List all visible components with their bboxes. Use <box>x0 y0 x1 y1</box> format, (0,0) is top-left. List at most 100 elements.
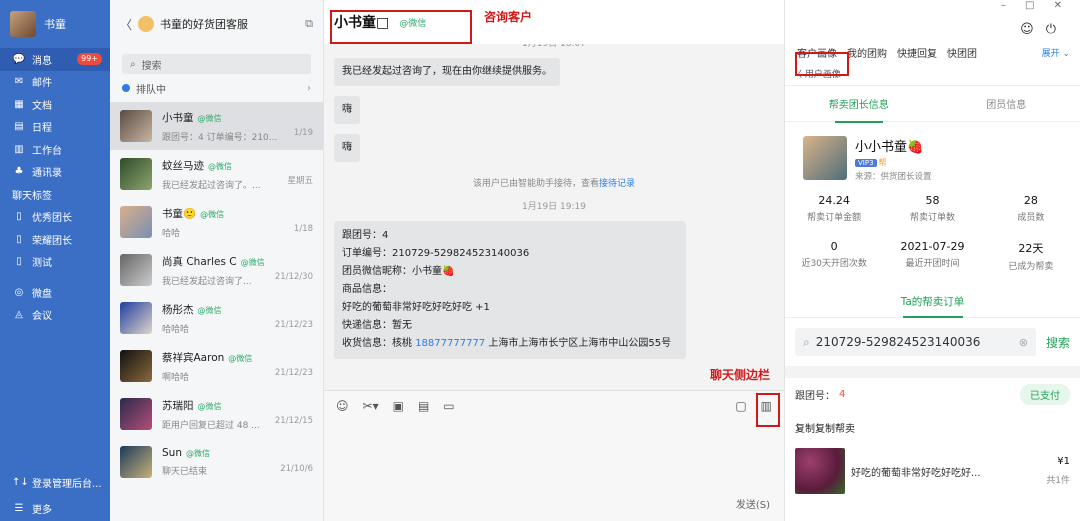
conversation-name: 苏瑞阳 @微信 <box>162 398 313 413</box>
order-search-input[interactable]: ⌕ 210729-529824523140036 ⊗ <box>795 328 1036 356</box>
grape-product-image <box>795 448 845 494</box>
conversation-item[interactable]: 苏瑞阳 @微信 距用户回复已超过 48 ... 21/12/15 <box>110 390 323 438</box>
send-button[interactable]: 发送(S) <box>736 496 770 511</box>
nav-item[interactable]: ▯ 优秀团长 <box>0 206 110 229</box>
nav-item[interactable]: 💬 消息 99+ <box>0 48 110 71</box>
tab-my-group-buy[interactable]: 我的团购 <box>847 45 887 60</box>
avatar <box>120 110 152 142</box>
profile-subtabs: 帮卖团长信息 团员信息 <box>785 86 1080 123</box>
conversation-name-text: 苏瑞阳 <box>162 399 194 412</box>
nav-icon: ✉ <box>14 76 24 88</box>
conversation-preview: 距用户回复已超过 48 ... <box>162 420 260 431</box>
stat-value: 58 <box>925 194 940 207</box>
stat-item: 28 成员数 <box>982 194 1080 240</box>
new-window-icon[interactable]: ⧉ <box>305 17 313 31</box>
nav-label: 荣耀团长 <box>32 235 72 247</box>
search-input[interactable]: ⌕ 搜索 <box>122 54 311 74</box>
tab-quick-reply[interactable]: 快捷回复 <box>897 45 937 60</box>
conversation-item[interactable]: 蔡祥宾Aaron @微信 啊哈哈 21/12/23 <box>110 342 323 390</box>
folder-icon[interactable]: ▭ <box>443 399 454 413</box>
nav-item[interactable]: ▯ 测试 <box>0 251 110 274</box>
annotation-box-sidebar <box>756 393 780 427</box>
expand-button[interactable]: 展开 ⌄ <box>1042 46 1070 59</box>
stat-label: 帮卖订单数 <box>909 213 955 223</box>
message-row: 嗨 <box>324 96 784 124</box>
back-icon[interactable]: 〈 <box>120 16 132 33</box>
tab-seller-info[interactable]: 帮卖团长信息 <box>785 96 933 123</box>
goods-name: 好吃的葡萄非常好吃好吃好... <box>851 467 981 479</box>
seller-badge: 帮 <box>878 158 887 167</box>
current-user[interactable]: 书童 <box>0 0 110 48</box>
avatar[interactable] <box>10 11 36 37</box>
conversation-time: 21/10/6 <box>280 464 313 474</box>
chat-toolbar: ☺ ✂▾ ▣ ▤ ▭ ▢ ▥ <box>324 390 784 420</box>
nav-item[interactable]: ▤ 日程 <box>0 116 110 139</box>
tab-ta-orders[interactable]: Ta的帮卖订单 <box>785 286 1080 318</box>
nav-item[interactable]: ◬ 会议 <box>0 304 110 327</box>
goods-item[interactable]: 好吃的葡萄非常好吃好吃好... ¥1 共1件 <box>785 442 1080 494</box>
clear-icon[interactable]: ⊗ <box>1019 336 1028 349</box>
phone-link[interactable]: 18877777777 <box>415 338 485 349</box>
conversation-name-text: 尚真 Charles C <box>162 255 237 268</box>
document-icon[interactable]: ▤ <box>418 399 429 413</box>
tab-kuaituantuan[interactable]: 快团团 <box>947 45 977 60</box>
profile-info: 小小书童🍓 VIP3 帮 来源：供货团长设置 <box>855 136 932 186</box>
nav-item[interactable]: ↑↓ 登录管理后台... <box>0 469 110 495</box>
order-number: 4 <box>839 388 846 400</box>
profile-source: 来源：供货团长设置 <box>855 172 932 182</box>
conversation-item[interactable]: Sun @微信 聊天已结束 21/10/6 <box>110 438 323 486</box>
quick-reply-icon[interactable]: ▢ <box>735 399 746 413</box>
conversation-item[interactable]: 书童🙂 @微信 哈哈 1/18 <box>110 198 323 246</box>
conversation-item[interactable]: 尚真 Charles C @微信 我已经发起过咨询了... 21/12/30 <box>110 246 323 294</box>
reception-record-link[interactable]: 接待记录 <box>599 179 635 189</box>
nav-item[interactable]: ✉ 邮件 <box>0 71 110 94</box>
window-bar: – □ ✕ ☺⏻ <box>785 0 1080 40</box>
current-user-name: 书童 <box>44 18 66 31</box>
stat-label: 已成为帮卖 <box>1008 262 1054 272</box>
message-bubble: 嗨 <box>334 134 360 162</box>
wechat-tag: @微信 <box>208 161 232 171</box>
wechat-tag: @微信 <box>228 353 253 363</box>
tab-member-info[interactable]: 团员信息 <box>933 96 1080 111</box>
image-icon[interactable]: ▣ <box>393 399 404 413</box>
emoji-icon[interactable]: ☺ <box>336 399 349 413</box>
vip-badge: VIP3 <box>855 159 877 167</box>
stat-label: 最近开团时间 <box>905 259 960 269</box>
scissors-icon[interactable]: ✂▾ <box>363 399 379 413</box>
nav-item[interactable]: ♣ 通讯录 <box>0 161 110 184</box>
window-controls[interactable]: – □ ✕ <box>1001 0 1070 11</box>
conversation-item[interactable]: 蚊丝马迹 @微信 我已经发起过咨询了。... 星期五 <box>110 150 323 198</box>
nav-item[interactable]: ▥ 工作台 <box>0 138 110 161</box>
nav-item[interactable]: ▦ 文档 <box>0 93 110 116</box>
nav-label: 测试 <box>32 258 52 270</box>
conversation-preview: 哈哈哈 <box>162 324 190 335</box>
nav-item[interactable]: ☰ 更多 <box>0 495 110 521</box>
goods-count: 共1件 <box>1046 476 1070 486</box>
nav-label: 日程 <box>32 123 52 135</box>
conversation-preview: 聊天已结束 <box>162 467 208 477</box>
search-button[interactable]: 搜索 <box>1046 334 1070 351</box>
nav-item[interactable]: ◎ 微盘 <box>0 281 110 304</box>
chat-bubble-icon[interactable]: ☺ <box>1020 22 1046 37</box>
order-header: 跟团号： 4 已支付 <box>785 378 1080 410</box>
stat-item: 24.24 帮卖订单金额 <box>785 194 883 240</box>
copy-seller-title[interactable]: 复制复制帮卖 <box>785 410 1080 442</box>
conversation-name: 蔡祥宾Aaron @微信 <box>162 350 313 365</box>
conversation-item[interactable]: 杨彤杰 @微信 哈哈哈 21/12/23 <box>110 294 323 342</box>
nav-label: 邮件 <box>32 78 52 90</box>
chat-tags-section: 聊天标签 <box>12 190 52 202</box>
power-icon[interactable]: ⏻ <box>1046 22 1068 37</box>
chat-area: 小书童□ @微信 1月19日 18:07 我已经发起过咨询了，现在由你继续提供服… <box>324 0 784 521</box>
conversation-item[interactable]: 小书童 @微信 跟团号：4 订单编号：210... 1/19 <box>110 102 323 150</box>
queue-row[interactable]: 排队中 › <box>110 74 323 102</box>
nav-label: 工作台 <box>32 145 62 157</box>
profile-name: 小小书童🍓 <box>855 140 924 155</box>
search-icon: ⌕ <box>803 334 810 349</box>
annotation-box-customer <box>330 10 472 44</box>
nav-item[interactable]: ▯ 荣耀团长 <box>0 228 110 251</box>
conversation-name: 小书童 @微信 <box>162 110 313 125</box>
stat-value: 2021-07-29 <box>900 240 965 253</box>
conversation-preview: 跟团号：4 订单编号：210... <box>162 132 278 143</box>
message-input[interactable]: 发送(S) <box>324 420 784 521</box>
goods-right: ¥1 共1件 <box>1046 456 1070 486</box>
